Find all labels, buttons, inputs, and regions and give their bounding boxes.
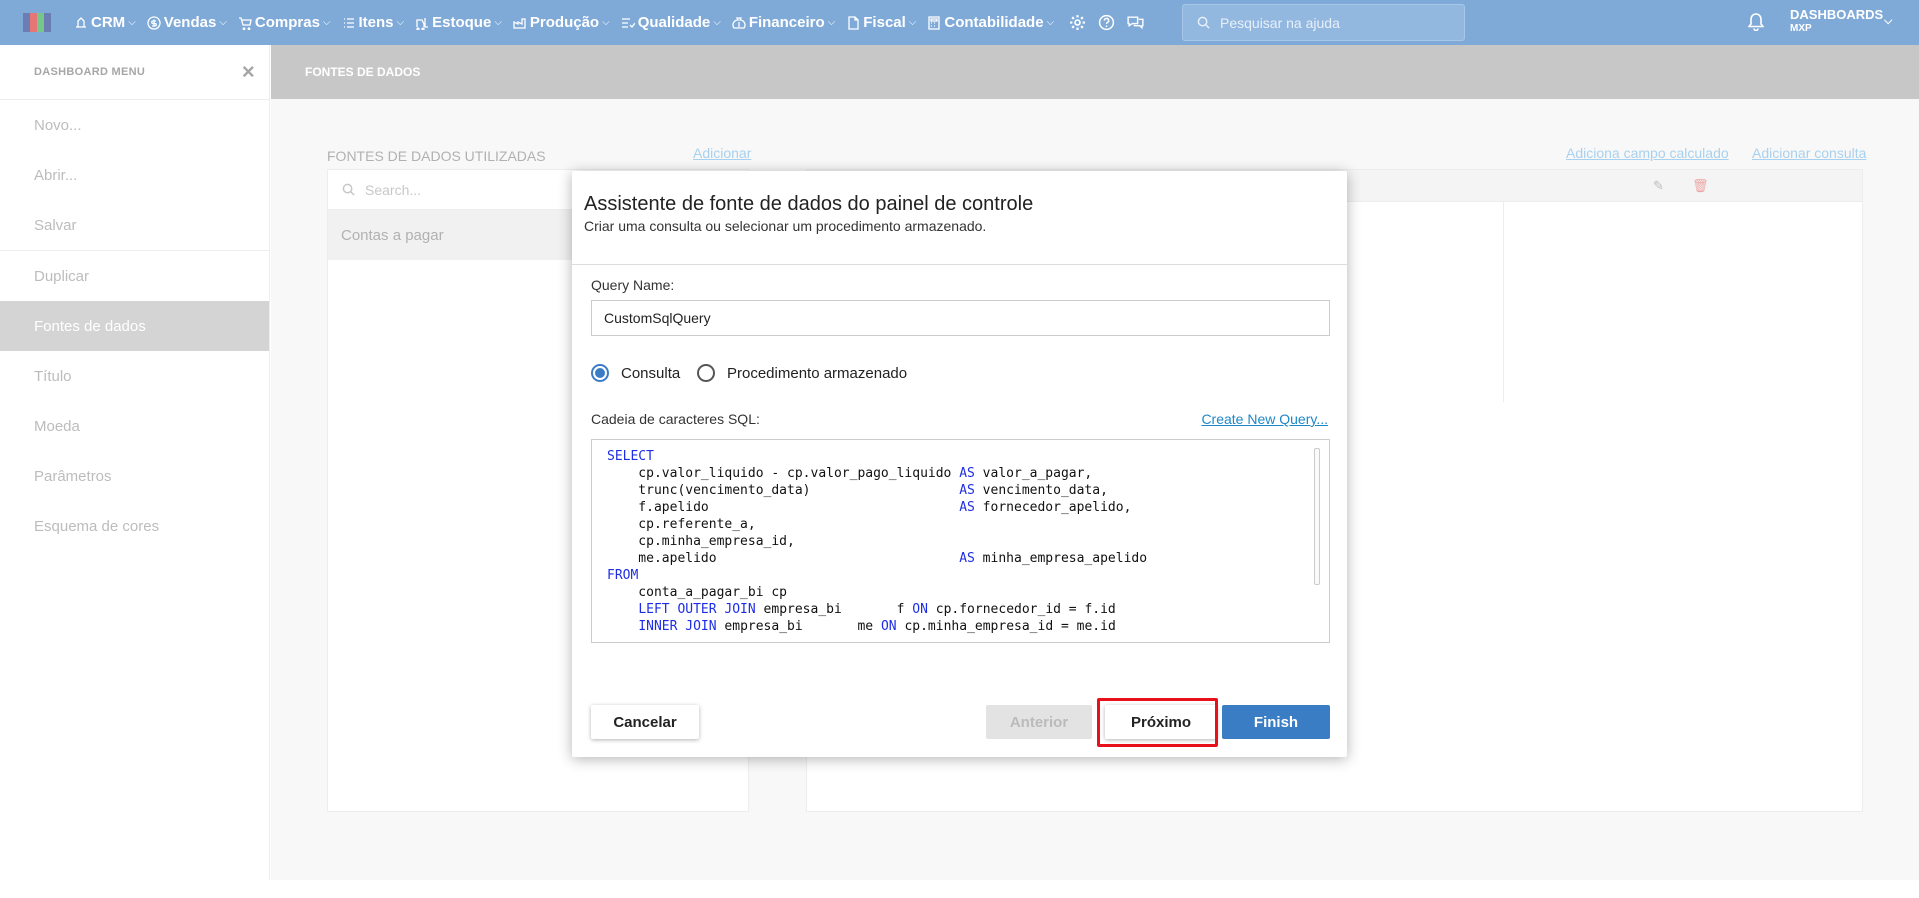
radio-button-icon	[591, 364, 609, 382]
sql-code: SELECT cp.valor_liquido - cp.valor_pago_…	[607, 449, 1148, 634]
next-button[interactable]: Próximo	[1105, 705, 1217, 739]
radio-consulta[interactable]: Consulta	[591, 364, 680, 382]
create-new-query-link[interactable]: Create New Query...	[1201, 411, 1328, 427]
sql-label: Cadeia de caracteres SQL:	[591, 411, 760, 427]
finish-button[interactable]: Finish	[1222, 705, 1330, 739]
query-name-input[interactable]: CustomSqlQuery	[591, 300, 1330, 336]
radio-procedimento-label: Procedimento armazenado	[727, 364, 908, 382]
radio-button-icon	[697, 364, 715, 382]
datasource-wizard-dialog: Assistente de fonte de dados do painel d…	[572, 171, 1347, 757]
radio-procedimento[interactable]: Procedimento armazenado	[697, 364, 907, 382]
radio-consulta-label: Consulta	[621, 364, 681, 382]
sql-scrollbar[interactable]	[1314, 448, 1320, 585]
query-name-label: Query Name:	[591, 277, 675, 293]
previous-button: Anterior	[986, 705, 1092, 739]
cancel-button[interactable]: Cancelar	[591, 705, 699, 739]
sql-editor[interactable]: SELECT cp.valor_liquido - cp.valor_pago_…	[591, 439, 1330, 643]
dialog-subtitle: Criar uma consulta ou selecionar um proc…	[584, 218, 987, 234]
dialog-title: Assistente de fonte de dados do painel d…	[584, 193, 1034, 215]
